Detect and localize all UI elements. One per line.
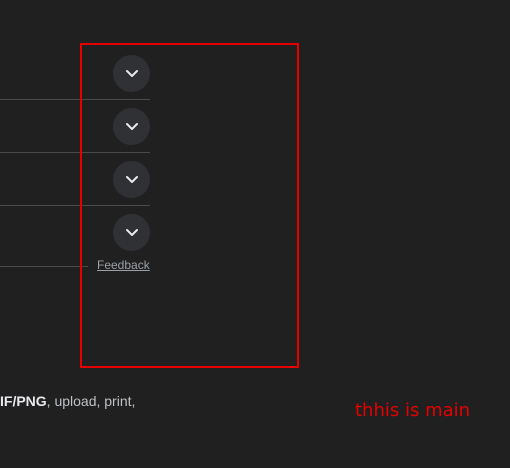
annotation-label: thhis is main [355, 400, 471, 421]
row-divider [0, 266, 88, 267]
result-snippet: IF/PNG, upload, print, [0, 393, 135, 410]
page: Feedback IF/PNG, upload, print, thhis is… [0, 0, 510, 468]
snippet-bold-text: IF/PNG [0, 393, 47, 409]
snippet-text: , upload, print, [46, 393, 136, 409]
annotation-highlight-box [80, 43, 299, 368]
